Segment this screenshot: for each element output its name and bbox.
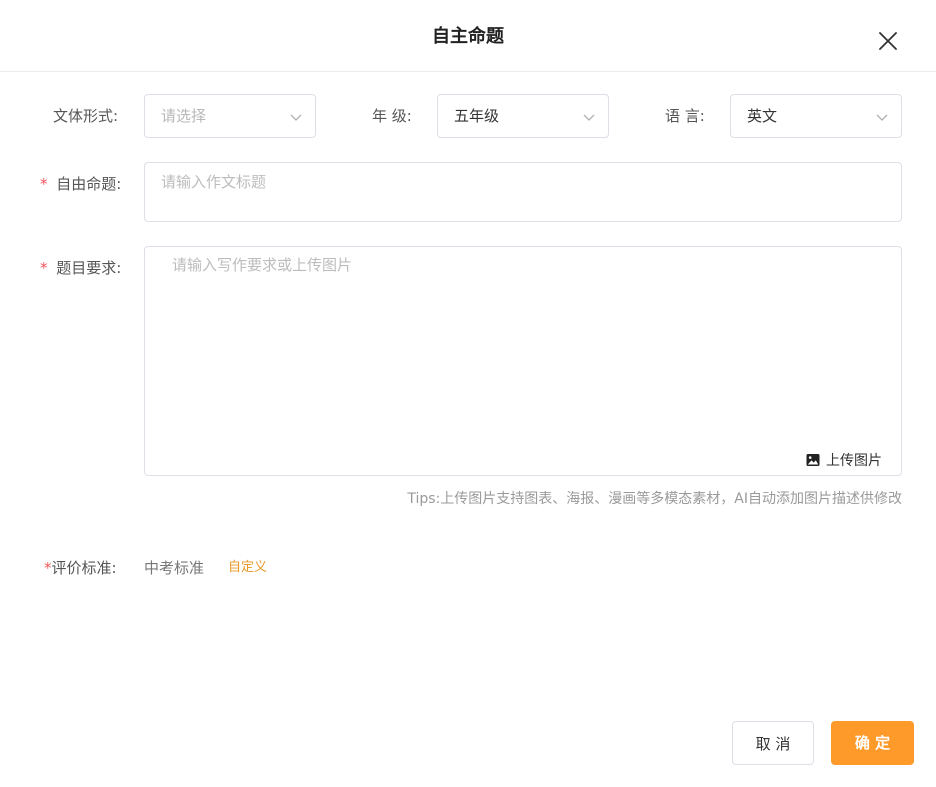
criteria-label-text: 评价标准:: [51, 559, 117, 577]
style-label: 文体形式:: [53, 107, 119, 125]
style-select[interactable]: 请选择: [144, 94, 316, 138]
chevron-down-icon: [876, 114, 888, 121]
language-select[interactable]: 英文: [730, 94, 902, 138]
upload-image-label: 上传图片: [826, 453, 882, 469]
grade-select-value: 五年级: [454, 107, 500, 125]
close-icon: [879, 32, 897, 50]
upload-tips: Tips:上传图片支持图表、海报、漫画等多模态素材，AI自动添加图片描述供修改: [407, 491, 902, 507]
topic-input-box: [144, 162, 902, 222]
image-icon: [806, 454, 820, 466]
required-mark: *: [40, 259, 48, 277]
language-select-value: 英文: [747, 107, 778, 125]
chevron-down-icon: [290, 114, 302, 121]
dialog-header: 自主命题: [0, 0, 936, 72]
requirements-label-text: 题目要求:: [56, 259, 122, 277]
requirements-input-box: [144, 246, 902, 476]
topic-label: * 自由命题:: [40, 174, 121, 194]
grade-label: 年 级:: [372, 107, 412, 125]
chevron-down-icon: [583, 114, 595, 121]
criteria-label: *评价标准:: [44, 558, 117, 578]
topic-input[interactable]: [161, 172, 881, 192]
language-label: 语 言:: [665, 107, 705, 125]
required-mark: *: [44, 559, 52, 577]
requirements-textarea[interactable]: [172, 255, 882, 435]
confirm-button[interactable]: 确 定: [831, 721, 914, 765]
topic-label-text: 自由命题:: [56, 175, 122, 193]
criteria-value: 中考标准: [144, 559, 205, 577]
grade-select[interactable]: 五年级: [437, 94, 609, 138]
required-mark: *: [40, 175, 48, 193]
requirements-label: * 题目要求:: [40, 258, 121, 278]
upload-image-button[interactable]: 上传图片: [806, 451, 882, 469]
custom-criteria-link[interactable]: 自定义: [228, 559, 267, 577]
dialog-title: 自主命题: [432, 26, 504, 47]
style-select-placeholder: 请选择: [161, 107, 207, 125]
cancel-button[interactable]: 取 消: [732, 721, 814, 765]
close-button[interactable]: [876, 29, 900, 53]
dialog: 自主命题 文体形式: 请选择 年 级: 五年级 语 言: 英文 * 自由命题:: [0, 0, 936, 787]
